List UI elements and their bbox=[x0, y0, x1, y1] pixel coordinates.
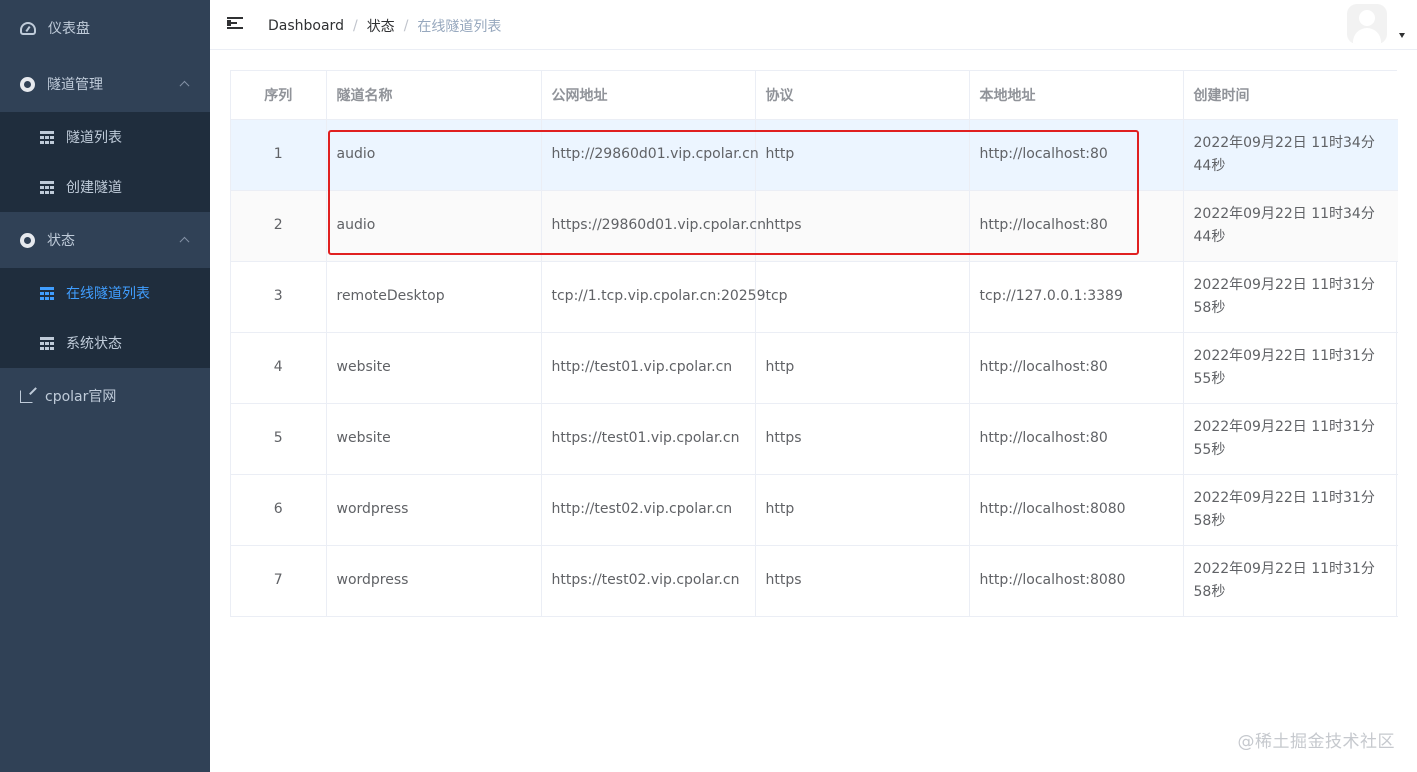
grid-icon bbox=[40, 180, 54, 194]
watermark: @稀土掘金技术社区 bbox=[1237, 732, 1395, 752]
column-header-protocol: 协议 bbox=[755, 71, 970, 120]
cell-public-url: https://test02.vip.cpolar.cn bbox=[541, 545, 756, 617]
cell-created-time: 2022年09月22日 11时31分58秒 bbox=[1183, 261, 1398, 333]
sidebar-item-label: 创建隧道 bbox=[66, 180, 122, 196]
submenu-tunnel-management: 隧道列表 创建隧道 bbox=[0, 112, 210, 212]
cell-index: 4 bbox=[231, 332, 327, 404]
table-row[interactable]: 3 remoteDesktop tcp://1.tcp.vip.cpolar.cn:… bbox=[231, 261, 1398, 333]
external-link-icon bbox=[20, 389, 33, 403]
grid-icon bbox=[40, 286, 54, 300]
circle-icon bbox=[20, 76, 35, 92]
caret-down-icon[interactable] bbox=[1399, 33, 1405, 38]
cell-local-address: http://localhost:80 bbox=[969, 332, 1184, 404]
cell-name: website bbox=[326, 403, 542, 475]
cell-name: wordpress bbox=[326, 545, 542, 617]
cell-created-time: 2022年09月22日 11时34分44秒 bbox=[1183, 190, 1398, 262]
cell-local-address: http://localhost:80 bbox=[969, 403, 1184, 475]
breadcrumb-item-current: 在线隧道列表 bbox=[417, 19, 502, 35]
sidebar-item-label: 仪表盘 bbox=[48, 21, 90, 37]
cell-local-address: http://localhost:8080 bbox=[969, 474, 1184, 546]
sidebar-group-label: 隧道管理 bbox=[47, 77, 103, 93]
column-header-local-address: 本地地址 bbox=[969, 71, 1184, 120]
breadcrumb-separator: / bbox=[352, 18, 358, 34]
grid-icon bbox=[40, 130, 54, 144]
table-row[interactable]: 4 website http://test01.vip.cpolar.cn http h… bbox=[231, 332, 1398, 404]
table-row[interactable]: 6 wordpress http://test02.vip.cpolar.cn htt… bbox=[231, 474, 1398, 546]
hamburger-menu-icon[interactable] bbox=[227, 16, 243, 32]
cell-created-time: 2022年09月22日 11时31分58秒 bbox=[1183, 545, 1398, 617]
sidebar: 仪表盘 隧道管理 隧道列表 创建隧道 状态 在线隧道列表 系统状态 cpolar… bbox=[0, 0, 210, 772]
cell-index: 5 bbox=[231, 403, 327, 475]
circle-icon bbox=[20, 232, 35, 248]
cell-local-address: tcp://127.0.0.1:3389 bbox=[969, 261, 1184, 333]
cell-index: 6 bbox=[231, 474, 327, 546]
sidebar-item-online-tunnels[interactable]: 在线隧道列表 bbox=[0, 268, 210, 318]
navbar: Dashboard / 状态 / 在线隧道列表 bbox=[210, 0, 1417, 50]
sidebar-group-tunnel-management[interactable]: 隧道管理 bbox=[0, 56, 210, 112]
table-header-row: 序列 隧道名称 公网地址 协议 本地地址 创建时间 bbox=[231, 71, 1398, 120]
cell-protocol: tcp bbox=[755, 261, 970, 333]
sidebar-group-status[interactable]: 状态 bbox=[0, 212, 210, 268]
column-header-created-time: 创建时间 bbox=[1183, 71, 1398, 120]
cell-index: 1 bbox=[231, 119, 327, 191]
sidebar-item-dashboard[interactable]: 仪表盘 bbox=[0, 0, 210, 56]
cell-public-url: http://29860d01.vip.cpolar.cn bbox=[541, 119, 759, 191]
cell-public-url: http://test01.vip.cpolar.cn bbox=[541, 332, 756, 404]
cell-index: 3 bbox=[231, 261, 327, 333]
grid-icon bbox=[40, 336, 54, 350]
cell-public-url: https://29860d01.vip.cpolar.cn bbox=[541, 190, 766, 262]
submenu-status: 在线隧道列表 系统状态 bbox=[0, 268, 210, 368]
cell-local-address: http://localhost:80 bbox=[969, 119, 1184, 191]
cell-name: audio bbox=[326, 190, 542, 262]
cell-protocol: http bbox=[755, 119, 970, 191]
cell-created-time: 2022年09月22日 11时31分55秒 bbox=[1183, 403, 1398, 475]
breadcrumb-separator: / bbox=[403, 18, 409, 34]
cell-index: 7 bbox=[231, 545, 327, 617]
cell-created-time: 2022年09月22日 11时31分55秒 bbox=[1183, 332, 1398, 404]
cell-protocol: https bbox=[755, 403, 970, 475]
tunnel-table: 序列 隧道名称 公网地址 协议 本地地址 创建时间 1 audio http://2… bbox=[230, 70, 1398, 617]
column-header-index: 序列 bbox=[231, 71, 327, 120]
table-row[interactable]: 7 wordpress https://test02.vip.cpolar.cn ht… bbox=[231, 545, 1398, 617]
sidebar-item-tunnel-list[interactable]: 隧道列表 bbox=[0, 112, 210, 162]
cell-protocol: https bbox=[755, 545, 970, 617]
breadcrumb: Dashboard / 状态 / 在线隧道列表 bbox=[268, 16, 501, 36]
cell-created-time: 2022年09月22日 11时31分58秒 bbox=[1183, 474, 1398, 546]
cell-public-url: tcp://1.tcp.vip.cpolar.cn:20259 bbox=[541, 261, 765, 333]
cell-local-address: http://localhost:80 bbox=[969, 190, 1184, 262]
sidebar-group-label: 状态 bbox=[47, 233, 75, 249]
cell-public-url: https://test01.vip.cpolar.cn bbox=[541, 403, 756, 475]
table-row[interactable]: 2 audio https://29860d01.vip.cpolar.cn http… bbox=[231, 190, 1398, 262]
breadcrumb-item-status: 状态 bbox=[366, 19, 395, 35]
sidebar-item-cpolar-website[interactable]: cpolar官网 bbox=[0, 368, 210, 424]
column-header-public-url: 公网地址 bbox=[541, 71, 756, 120]
cell-created-time: 2022年09月22日 11时34分44秒 bbox=[1183, 119, 1398, 191]
column-header-name: 隧道名称 bbox=[326, 71, 542, 120]
dashboard-icon bbox=[20, 21, 36, 35]
cell-local-address: http://localhost:8080 bbox=[969, 545, 1184, 617]
breadcrumb-item-dashboard[interactable]: Dashboard bbox=[268, 18, 344, 34]
sidebar-item-label: 在线隧道列表 bbox=[66, 286, 150, 302]
cell-name: website bbox=[326, 332, 542, 404]
chevron-up-icon bbox=[179, 80, 190, 91]
cell-protocol: http bbox=[755, 332, 970, 404]
table-row[interactable]: 5 website https://test01.vip.cpolar.cn http… bbox=[231, 403, 1398, 475]
cell-name: wordpress bbox=[326, 474, 542, 546]
sidebar-item-create-tunnel[interactable]: 创建隧道 bbox=[0, 162, 210, 212]
sidebar-item-label: 隧道列表 bbox=[66, 130, 122, 146]
cell-name: remoteDesktop bbox=[326, 261, 542, 333]
sidebar-item-system-status[interactable]: 系统状态 bbox=[0, 318, 210, 368]
cell-name: audio bbox=[326, 119, 542, 191]
cell-public-url: http://test02.vip.cpolar.cn bbox=[541, 474, 756, 546]
avatar[interactable] bbox=[1347, 4, 1387, 44]
sidebar-item-label: 系统状态 bbox=[66, 336, 122, 352]
cell-protocol: https bbox=[755, 190, 970, 262]
chevron-up-icon bbox=[179, 236, 190, 247]
cell-protocol: http bbox=[755, 474, 970, 546]
sidebar-item-label: cpolar官网 bbox=[45, 389, 117, 405]
table-row[interactable]: 1 audio http://29860d01.vip.cpolar.cn http h… bbox=[231, 119, 1398, 191]
cell-index: 2 bbox=[231, 190, 327, 262]
